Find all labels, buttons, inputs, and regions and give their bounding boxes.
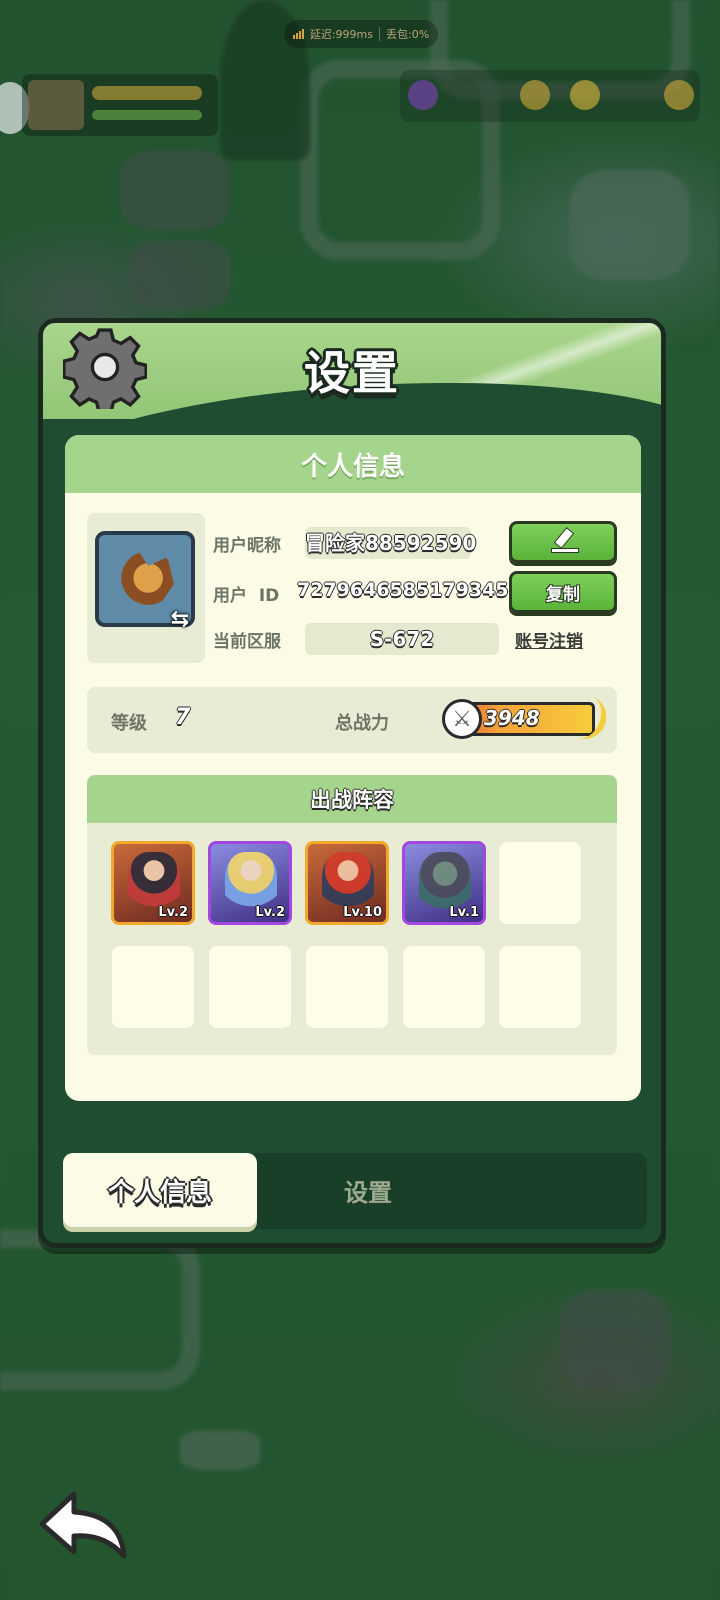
hero-slot[interactable]: Lv.2 [111,841,195,925]
swap-icon[interactable]: ⇆ [165,605,195,635]
hero-slot[interactable]: Lv.2 [208,841,292,925]
gold-icon [520,80,550,110]
stats-bar: 等级 7 总战力 ⚔ 3948 [87,687,617,753]
hud-exp-bar [92,110,202,120]
packet-loss-text: 丢包:0% [385,28,430,41]
back-arrow-icon[interactable] [38,1490,130,1560]
empty-hero-slot[interactable] [499,946,581,1028]
lineup-title: 出战阵容 [87,775,617,823]
avatar-beast-image [113,551,174,608]
empty-hero-slot[interactable] [403,946,485,1028]
hero-level: Lv.2 [158,905,188,920]
edit-icon [546,529,580,555]
empty-hero-slot[interactable] [112,946,194,1028]
nickname-label: 用户昵称 [213,536,281,556]
network-status: 延迟:999ms 丢包:0% [284,20,438,48]
coin-icon [570,80,600,110]
panel-title: 设置 [304,346,400,400]
hero-slot[interactable]: Lv.10 [305,841,389,925]
server-label: 当前区服 [213,632,281,652]
lineup-section: 出战阵容 Lv.2 Lv.2 Lv.10 Lv.1 [87,775,617,1055]
power-badge: ⚔ 3948 [442,699,595,739]
uid-label: 用户 ID [213,586,280,606]
player-hud [22,74,218,136]
divider [378,27,380,41]
hud-portrait [28,80,84,130]
level-label: 等级 [111,713,147,734]
resource-hud [400,70,700,122]
settings-panel: 设置 个人信息 ⇆ 用户昵称 冒险家88592590 用户 ID 7279646… [38,318,666,1248]
energy-icon [664,80,694,110]
level-value: 7 [175,705,191,730]
hero-slot[interactable]: Lv.1 [402,841,486,925]
copy-uid-button[interactable]: 复制 [509,571,617,613]
tab-profile[interactable]: 个人信息 [63,1153,257,1227]
profile-section-title: 个人信息 [65,435,641,493]
deactivate-account-link[interactable]: 账号注销 [515,627,583,652]
hud-name-bar [92,86,202,100]
empty-hero-slot[interactable] [499,842,581,924]
avatar-frame: ⇆ [87,513,205,663]
hero-level: Lv.1 [449,905,479,920]
tab-settings[interactable]: 设置 [293,1153,443,1227]
server-field: S-672 [305,623,499,655]
profile-card: 个人信息 ⇆ 用户昵称 冒险家88592590 用户 ID 7279646585… [65,435,641,1101]
empty-hero-slot[interactable] [306,946,388,1028]
power-value: 3948 [484,706,540,730]
hero-level: Lv.10 [343,905,382,920]
nickname-field: 冒险家88592590 [305,527,476,559]
latency-text: 延迟:999ms [309,28,373,41]
gem-icon [408,80,438,110]
power-label: 总战力 [335,713,389,734]
uid-value: 7279646585179345​2 [297,579,522,601]
tab-bar: 个人信息 设置 [63,1153,647,1229]
swords-icon: ⚔ [442,699,482,739]
empty-hero-slot[interactable] [209,946,291,1028]
signal-icon [292,29,304,39]
hero-level: Lv.2 [255,905,285,920]
edit-nickname-button[interactable] [509,521,617,563]
